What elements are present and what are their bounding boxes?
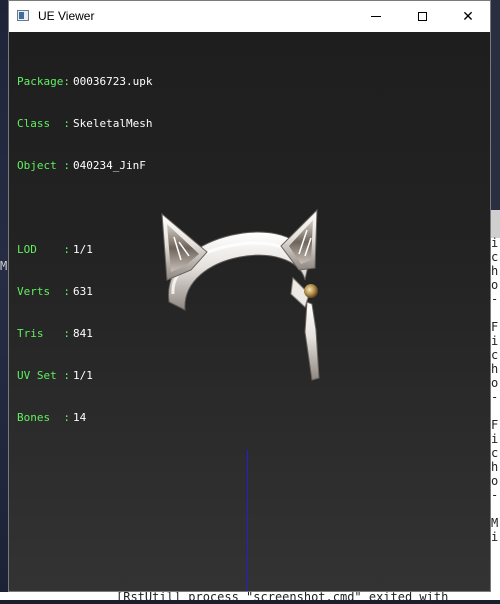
skeletal-mesh-render[interactable] — [9, 32, 490, 591]
background-window-text-left: M — [0, 259, 8, 273]
close-icon: ✕ — [462, 8, 474, 24]
desktop-background-left — [0, 0, 8, 600]
minimize-button[interactable] — [353, 1, 399, 32]
background-window-text-right: i c h o - F i c h o - F i c h o - M i — [491, 236, 499, 544]
window-title: UE Viewer — [38, 9, 95, 23]
desktop-background-right — [491, 0, 500, 210]
right-cat-ear — [280, 208, 318, 271]
3d-viewport[interactable]: Package: 00036723.upk Class : SkeletalMesh… — [9, 32, 490, 591]
ue-viewer-window[interactable]: UE Viewer ✕ Package: 00036723.upk Class :… — [8, 0, 491, 592]
background-console-text: [RstUtil] process "screenshot.cmd" exite… — [116, 590, 449, 604]
title-bar[interactable]: UE Viewer ✕ — [9, 1, 490, 32]
maximize-button[interactable] — [399, 1, 445, 32]
bell-ornament — [290, 276, 320, 381]
axis-line — [247, 450, 248, 591]
close-button[interactable]: ✕ — [445, 1, 491, 32]
maximize-icon — [417, 12, 427, 21]
app-window-icon — [17, 10, 29, 21]
minimize-icon — [371, 16, 381, 17]
background-scrollbar-thumb — [491, 210, 500, 238]
